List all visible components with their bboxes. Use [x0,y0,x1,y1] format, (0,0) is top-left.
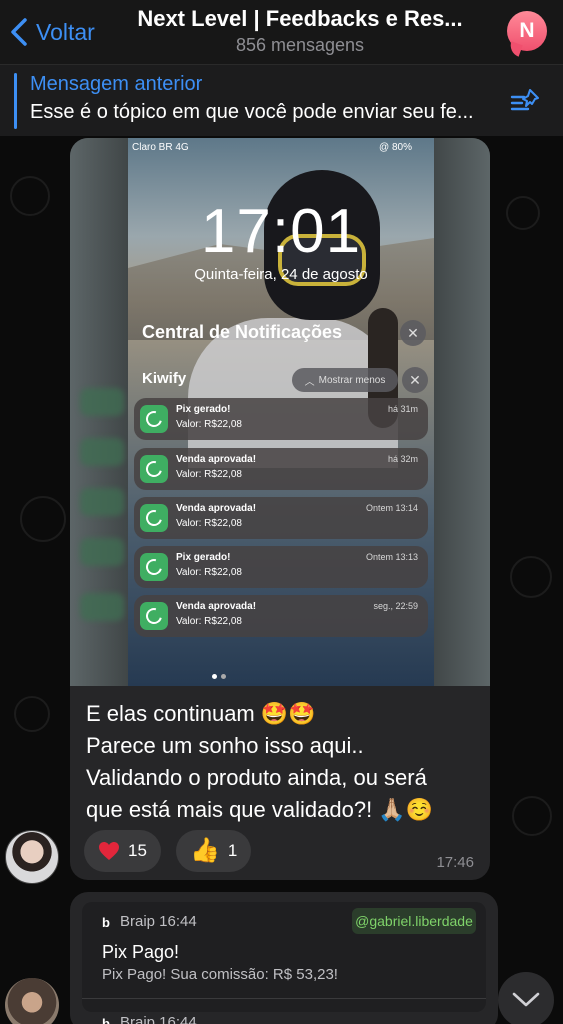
lockscreen-date: Quinta-feira, 24 de agosto [194,266,368,283]
message-line: Parece um sonho isso aqui.. [86,733,364,758]
pinned-message-bar[interactable]: Mensagem anterior Esse é o tópico em que… [0,64,563,136]
chevron-left-icon [11,18,27,46]
chat-title-block[interactable]: Next Level | Feedbacks e Res... 856 mens… [100,6,500,56]
pin-list-icon[interactable] [510,87,542,115]
message-photo[interactable]: Claro BR 4G @ 80% 17:01 Quinta-feira, 24… [70,138,490,686]
thumbs-up-icon: 👍 [190,837,220,864]
divider [82,998,486,999]
lockscreen-clock: 17:01 [200,197,362,266]
reaction-count: 1 [227,841,238,860]
message-line: que está mais que validado?! 🙏🏼☺️ [86,797,434,822]
braip-badge: b [102,915,110,930]
pinned-indicator [14,73,17,129]
back-label: Voltar [36,18,95,45]
chevron-down-icon [512,992,540,1007]
notification-value: Valor: R$22,08 [176,419,242,430]
heart-icon [99,842,119,860]
reaction-thumbs-button[interactable]: 👍 1 [176,830,252,872]
notification-value: Valor: R$22,08 [176,518,242,529]
show-less-pill: ︿ Mostrar menos [292,368,398,392]
reaction-count: 15 [128,841,147,860]
reaction-heart-button[interactable]: 15 [84,830,161,872]
sender-avatar[interactable] [5,978,59,1024]
back-button[interactable]: Voltar [8,12,95,52]
card-sender: Braip 16:44 [120,913,197,930]
battery-label: @ 80% [379,142,412,153]
show-less-label: Mostrar menos [318,374,386,386]
page-dots [212,674,226,679]
group-avatar[interactable]: N [507,11,547,51]
notification-value: Valor: R$22,08 [176,616,242,627]
pinned-text: Esse é o tópico em que você pode enviar … [30,101,474,123]
user-mention[interactable]: @gabriel.liberdade [352,908,476,934]
chevron-up-icon: ︿ [304,376,315,388]
notification-value: Valor: R$22,08 [176,469,242,480]
notification-card: Pix gerado! Valor: R$22,08 há 31m [134,398,428,440]
message-line: E elas continuam 🤩🤩 [86,701,316,726]
notification-title: Venda aprovada! [176,503,257,514]
notification-card: Venda aprovada! Valor: R$22,08 há 32m [134,448,428,490]
kiwify-app-icon [140,455,168,483]
close-icon: ✕ [402,367,428,393]
braip-badge: b [102,1016,110,1024]
kiwify-app-icon [140,553,168,581]
card-title: Pix Pago! [102,942,180,962]
kiwify-app-icon [140,405,168,433]
notification-time: seg., 22:59 [373,601,418,611]
notification-time: Ontem 13:13 [365,552,418,562]
scroll-down-button[interactable] [498,972,554,1024]
message-bubble[interactable]: Claro BR 4G @ 80% 17:01 Quinta-feira, 24… [70,138,490,880]
notification-title: Pix gerado! [176,404,231,415]
chat-header: Voltar Next Level | Feedbacks e Res... 8… [0,0,563,64]
chat-title: Next Level | Feedbacks e Res... [137,6,463,31]
kiwify-app-icon [140,602,168,630]
notification-time: há 31m [387,404,418,414]
message-time: 17:46 [436,854,474,871]
sender-avatar[interactable] [5,830,59,884]
message-count: 856 mensagens [235,35,365,55]
notification-title: Venda aprovada! [176,601,257,612]
card-sender: Braip 16:44 [120,1014,197,1024]
phone-lockscreen: Claro BR 4G @ 80% 17:01 Quinta-feira, 24… [128,138,434,686]
notification-center-title: Central de Notificações [142,322,343,342]
message-text: E elas continuam 🤩🤩 Parece um sonho isso… [86,698,482,826]
pinned-title: Mensagem anterior [30,73,203,95]
notification-title: Pix gerado! [176,552,231,563]
notification-card: Venda aprovada! Valor: R$22,08 seg., 22:… [134,595,428,637]
notification-card: Pix gerado! Valor: R$22,08 Ontem 13:13 [134,546,428,588]
card-body: Pix Pago! Sua comissão: R$ 53,23! [102,966,338,983]
kiwify-app-icon [140,504,168,532]
carrier-label: Claro BR 4G [132,142,189,153]
message-line: Validando o produto ainda, ou será [86,765,427,790]
app-group-name: Kiwify [142,370,187,387]
notification-title: Venda aprovada! [176,454,257,465]
notification-time: há 32m [387,454,418,464]
notification-time: Ontem 13:14 [365,503,418,513]
notification-value: Valor: R$22,08 [176,567,242,578]
notification-card: Venda aprovada! Valor: R$22,08 Ontem 13:… [134,497,428,539]
close-icon: ✕ [400,320,426,346]
avatar-letter: N [519,19,535,42]
